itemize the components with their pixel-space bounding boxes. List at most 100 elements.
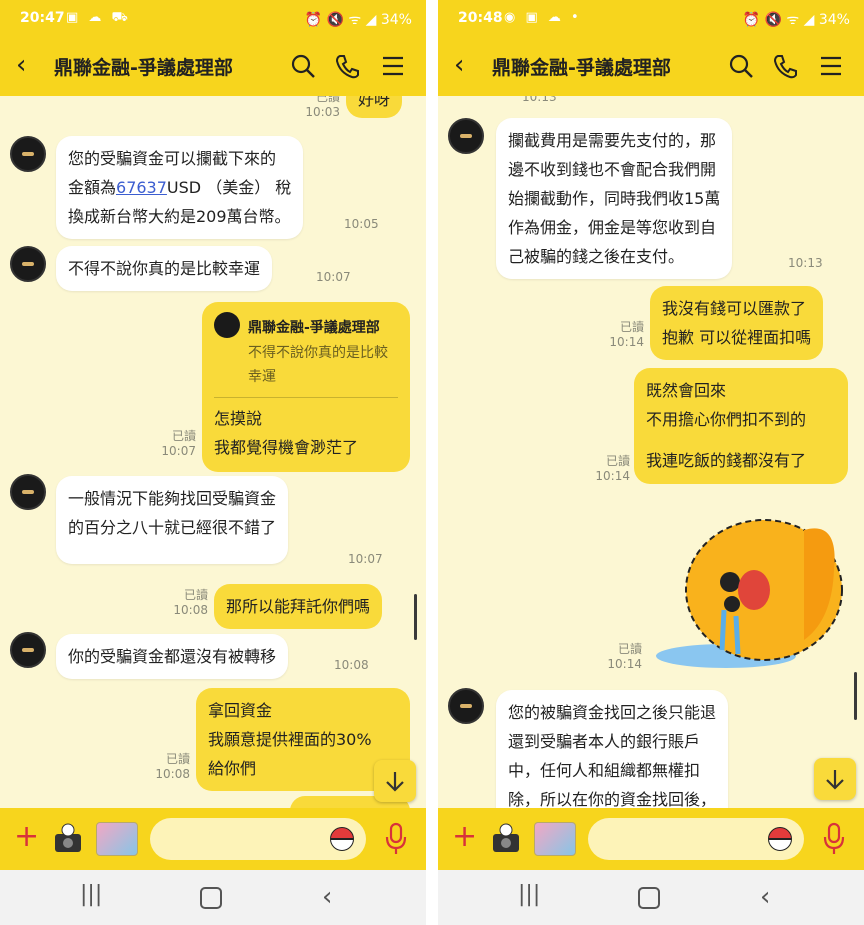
message-text: 拿回資金 <box>208 701 273 720</box>
avatar[interactable] <box>10 246 46 282</box>
status-system-icons: ⏰ 🔇 ᯤ ◢ 34% <box>742 12 850 28</box>
arrow-down-icon <box>826 770 844 790</box>
plus-icon[interactable]: + <box>452 820 477 854</box>
back-icon[interactable]: ‹ <box>454 50 464 80</box>
message-meta: 已讀 10:03 <box>300 96 340 120</box>
message-text: 還到受騙者本人的銀行賬戶 <box>508 732 701 751</box>
search-icon[interactable] <box>728 53 754 79</box>
message-list[interactable]: 已讀 10:03 好呀 您的受騙資金可以攔截下來的 金額為67637USD （美… <box>0 96 426 808</box>
read-receipt: 已讀 <box>605 454 630 468</box>
emoji-icon[interactable] <box>768 827 792 851</box>
message-meta: 已讀 10:14 <box>592 454 630 484</box>
message-text: 我連吃飯的錢都沒有了 <box>646 451 807 470</box>
menu-icon[interactable] <box>818 53 844 79</box>
menu-icon[interactable] <box>380 53 406 79</box>
read-receipt: 已讀 <box>165 752 190 766</box>
incoming-message: 一般情況下能夠找回受騙資金 的百分之八十就已經很不錯了 <box>56 476 289 564</box>
message-list[interactable]: 10:13 攔截費用是需要先支付的，那 邊不收到錢也不會配合我們開 始攔截動作，… <box>438 96 864 808</box>
avatar[interactable] <box>10 632 46 668</box>
system-nav-bar: ||| ‹ <box>0 870 426 925</box>
message-meta: 已讀 10:14 <box>606 320 644 350</box>
message-text: 我都覺得機會渺茫了 <box>214 438 359 457</box>
crying-duck-sticker <box>656 519 843 668</box>
message-input[interactable] <box>150 818 366 860</box>
outgoing-message: 那所以能拜託你們嗎 <box>214 584 383 629</box>
incoming-message: 不得不說你真的是比較幸運 <box>56 246 273 291</box>
message-time: 10:05 <box>344 217 379 231</box>
message-text: 您的受騙資金可以攔截下來的 <box>68 149 277 168</box>
message-text: 邊不收到錢也不會配合我們開 <box>508 160 717 179</box>
chat-screen-right: 20:48 ◉ ▣ ☁ • ⏰ 🔇 ᯤ ◢ 34% ‹ 鼎聯金融-爭議處理部 1… <box>438 0 864 925</box>
message-time: 10:13 <box>522 96 557 104</box>
read-receipt: 已讀 <box>183 588 208 602</box>
status-notification-icons: ◉ ▣ ☁ • <box>504 10 582 25</box>
outgoing-message: 好呀 <box>346 96 403 118</box>
recent-apps-icon[interactable]: ||| <box>80 882 102 907</box>
message-meta: 已讀 10:08 <box>170 588 208 618</box>
scroll-to-bottom-button[interactable] <box>814 758 856 800</box>
reply-text: 不得不說你真的是比較幸運 <box>248 345 388 385</box>
message-text-part: USD （美金） 稅 <box>166 178 292 197</box>
status-bar: 20:47 ▣ ☁ ⛟ ⏰ 🔇 ᯤ ◢ 34% <box>0 0 426 38</box>
message-text: 攔截費用是需要先支付的，那 <box>508 131 717 150</box>
amount-link[interactable]: 67637 <box>116 178 167 197</box>
read-receipt: 已讀 <box>315 96 340 104</box>
message-time: 10:08 <box>173 603 208 617</box>
scrollbar[interactable] <box>854 672 857 720</box>
message-input[interactable] <box>588 818 804 860</box>
incoming-message: 您的受騙資金可以攔截下來的 金額為67637USD （美金） 稅 換成新台幣大約… <box>56 136 304 239</box>
back-nav-icon[interactable]: ‹ <box>322 882 332 912</box>
scroll-to-bottom-button[interactable] <box>374 760 416 802</box>
message-time: 10:07 <box>348 552 383 566</box>
avatar[interactable] <box>448 118 484 154</box>
mic-icon[interactable] <box>384 822 408 856</box>
message-time: 10:14 <box>607 657 642 671</box>
camera-sticker-icon[interactable] <box>52 822 84 854</box>
avatar[interactable] <box>448 688 484 724</box>
read-receipt: 已讀 <box>619 320 644 334</box>
message-time: 10:13 <box>788 256 823 270</box>
phone-icon[interactable] <box>334 53 360 79</box>
composer-bar: + <box>438 808 864 870</box>
message-time: 10:03 <box>305 105 340 119</box>
read-receipt: 已讀 <box>171 429 196 443</box>
message-text: 我願意提供裡面的30% <box>208 730 372 749</box>
message-time: 10:07 <box>161 444 196 458</box>
message-text: 怎摸說 <box>214 409 263 428</box>
sticker-icon[interactable] <box>96 822 138 856</box>
scrollbar[interactable] <box>414 594 417 640</box>
system-nav-bar: ||| ‹ <box>438 870 864 925</box>
home-icon[interactable] <box>200 887 222 909</box>
emoji-icon[interactable] <box>330 827 354 851</box>
message-text-part: 金額為 <box>68 178 117 197</box>
status-bar: 20:48 ◉ ▣ ☁ • ⏰ 🔇 ᯤ ◢ 34% <box>438 0 864 38</box>
avatar[interactable] <box>10 136 46 172</box>
reply-quote[interactable]: 鼎聯金融-爭議處理部 不得不說你真的是比較幸運 <box>214 312 398 398</box>
incoming-message: 攔截費用是需要先支付的，那 邊不收到錢也不會配合我們開 始攔截動作，同時我們收1… <box>496 118 733 279</box>
status-system-icons: ⏰ 🔇 ᯤ ◢ 34% <box>304 12 412 28</box>
plus-icon[interactable]: + <box>14 820 39 854</box>
back-nav-icon[interactable]: ‹ <box>760 882 770 912</box>
recent-apps-icon[interactable]: ||| <box>518 882 540 907</box>
message-text: 抱歉 可以從裡面扣嗎 <box>662 328 812 347</box>
message-text: 的百分之八十就已經很不錯了 <box>68 518 277 537</box>
message-text: 不得不說你真的是比較幸運 <box>68 259 261 278</box>
message-text: 作為佣金，佣金是等您收到自 <box>508 218 717 237</box>
chat-title: 鼎聯金融-爭議處理部 <box>492 57 671 79</box>
chat-header: ‹ 鼎聯金融-爭議處理部 <box>0 38 426 96</box>
message-text: 我沒有錢可以匯款了 <box>662 299 807 318</box>
phone-icon[interactable] <box>772 53 798 79</box>
search-icon[interactable] <box>290 53 316 79</box>
message-time: 10:07 <box>316 270 351 284</box>
outgoing-message: 既然會回來 不用擔心你們扣不到的 我連吃飯的錢都沒有了 <box>634 368 848 484</box>
mic-icon[interactable] <box>822 822 846 856</box>
message-text: 您的被騙資金找回之後只能退 <box>508 703 717 722</box>
sticker-icon[interactable] <box>534 822 576 856</box>
avatar[interactable] <box>10 474 46 510</box>
camera-sticker-icon[interactable] <box>490 822 522 854</box>
message-time: 10:14 <box>595 469 630 483</box>
message-time: 10:08 <box>334 658 369 672</box>
home-icon[interactable] <box>638 887 660 909</box>
back-icon[interactable]: ‹ <box>16 50 26 80</box>
message-text: 換成新台幣大約是209萬台幣。 <box>68 207 291 226</box>
